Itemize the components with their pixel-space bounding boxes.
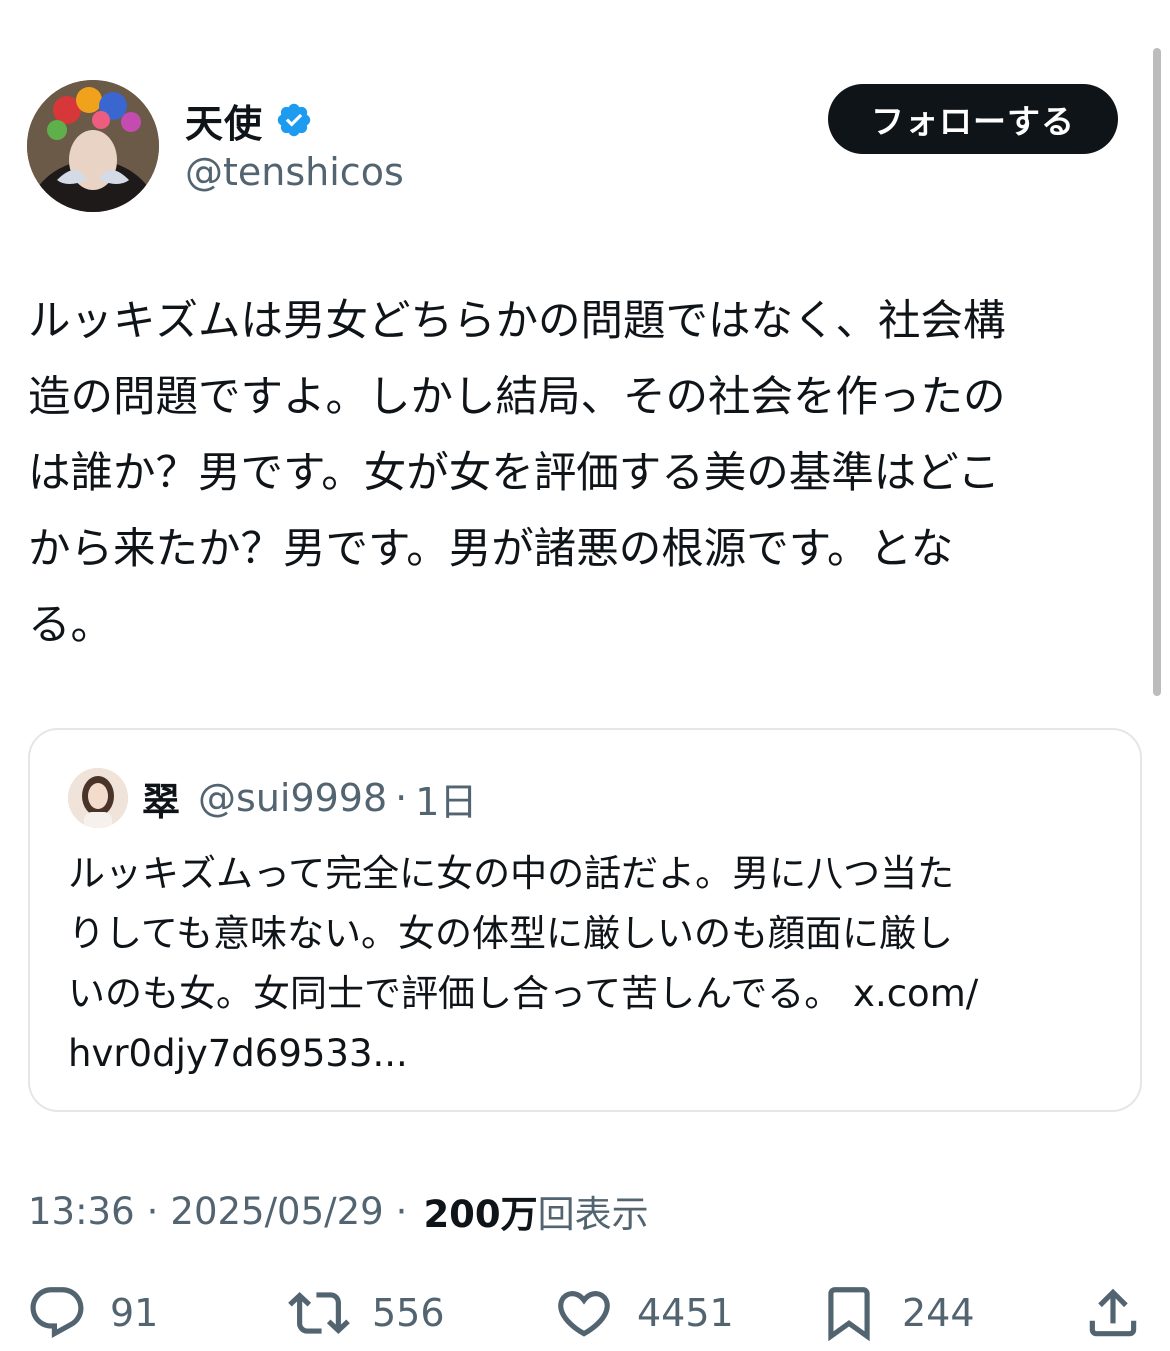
follow-button[interactable]: フォローする: [828, 84, 1118, 154]
bookmark-icon: [828, 1287, 870, 1342]
bookmark-count: 244: [902, 1291, 975, 1335]
like-icon: [558, 1291, 610, 1337]
retweet-icon: [288, 1292, 350, 1334]
quoted-header: 翠 @sui9998 · 1日: [142, 770, 477, 826]
reply-button[interactable]: 91: [26, 1278, 158, 1348]
author-handle[interactable]: @tenshicos: [185, 150, 404, 194]
share-icon: [1089, 1288, 1137, 1337]
share-button[interactable]: [1082, 1278, 1144, 1348]
views-label: 回表示: [537, 1193, 649, 1236]
tweet-date[interactable]: 2025/05/29: [170, 1190, 383, 1233]
scrollbar[interactable]: [1153, 48, 1161, 696]
author-avatar[interactable]: [27, 80, 159, 212]
like-button[interactable]: 4451: [553, 1278, 734, 1348]
action-bar: 91 556 4451 244: [0, 1278, 1170, 1348]
retweet-button[interactable]: 556: [288, 1278, 445, 1348]
retweet-count: 556: [372, 1291, 445, 1335]
quoted-tweet-card[interactable]: 翠 @sui9998 · 1日 ルッキズムって完全に女の中の話だよ。男に八つ当た…: [28, 728, 1142, 1112]
tweet-text: ルッキズムは男女どちらかの問題ではなく、社会構 造の問題ですよ。しかし結局、その…: [28, 297, 1006, 650]
like-count: 4451: [637, 1291, 734, 1335]
quoted-text: ルッキズムって完全に女の中の話だよ。男に八つ当た りしても意味ない。女の体型に厳…: [68, 852, 979, 1075]
meta-separator: ·: [395, 1189, 408, 1233]
reply-count: 91: [110, 1291, 159, 1335]
author-name-row[interactable]: 天使: [185, 94, 313, 146]
quoted-author-handle: @sui9998: [198, 776, 388, 820]
tweet-time[interactable]: 13:36: [28, 1190, 135, 1233]
bookmark-button[interactable]: 244: [818, 1278, 975, 1348]
quoted-author-avatar: [68, 768, 128, 828]
views-count[interactable]: 200万: [423, 1184, 537, 1238]
quoted-author-name: 翠: [142, 779, 181, 824]
meta-separator: ·: [146, 1189, 159, 1233]
verified-badge-icon: [277, 103, 311, 137]
reply-icon: [30, 1287, 84, 1339]
author-display-name[interactable]: 天使: [185, 93, 263, 148]
tweet-meta: 13:36 · 2025/05/29 · 200万 回表示: [28, 1183, 649, 1239]
quoted-timestamp: 1日: [415, 779, 478, 824]
quoted-separator: ·: [395, 776, 408, 820]
